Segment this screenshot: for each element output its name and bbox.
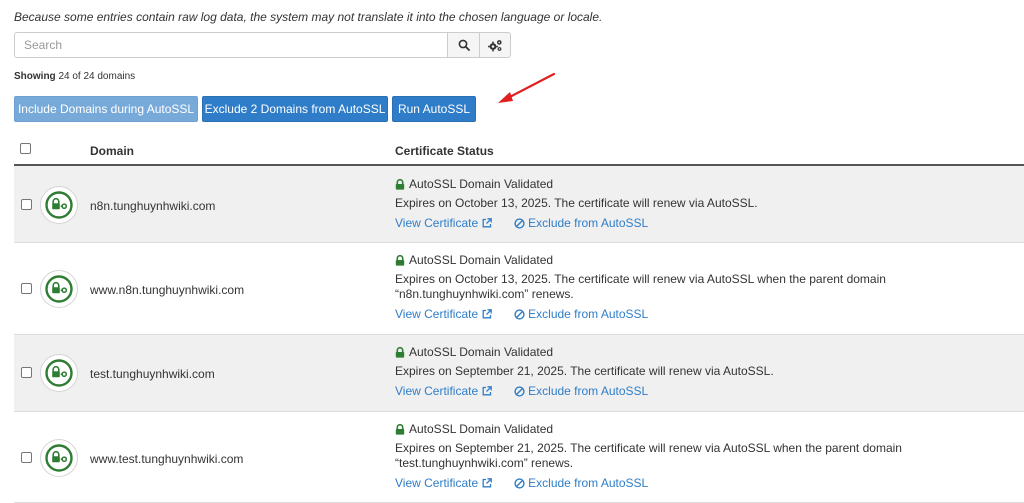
- row-links: View Certificate Exclude from AutoSSL: [395, 306, 1015, 322]
- certificate-status: AutoSSL Domain Validated Expires on Sept…: [395, 421, 1015, 491]
- domain-name: n8n.tunghuynhwiki.com: [90, 199, 216, 213]
- ban-icon: [514, 308, 525, 320]
- view-certificate-label: View Certificate: [395, 307, 479, 321]
- exclude-from-autossl-link[interactable]: Exclude from AutoSSL: [514, 307, 648, 321]
- settings-button[interactable]: [480, 32, 511, 58]
- domain-name: test.tunghuynhwiki.com: [90, 367, 215, 381]
- ban-icon: [514, 477, 525, 489]
- include-domains-button[interactable]: Include Domains during AutoSSL: [14, 96, 198, 122]
- showing-label: Showing: [14, 71, 56, 82]
- expiry-text: Expires on October 13, 2025. The certifi…: [395, 196, 758, 210]
- search-button[interactable]: [448, 32, 480, 58]
- table-row: www.test.tunghuynhwiki.com AutoSSL Domai…: [14, 412, 1024, 503]
- column-header-status: Certificate Status: [395, 144, 494, 158]
- exclude-domains-button[interactable]: Exclude 2 Domains from AutoSSL: [202, 96, 388, 122]
- showing-count: 24 of 24 domains: [58, 71, 136, 82]
- ban-icon: [514, 385, 525, 397]
- table-row: n8n.tunghuynhwiki.com AutoSSL Domain Val…: [14, 166, 1024, 243]
- row-checkbox[interactable]: [21, 283, 32, 294]
- lock-icon: [395, 423, 405, 435]
- lock-key-icon: [45, 275, 73, 303]
- domain-name: www.test.tunghuynhwiki.com: [90, 452, 244, 466]
- select-all-checkbox[interactable]: [20, 143, 31, 154]
- view-certificate-label: View Certificate: [395, 476, 479, 490]
- red-arrow-annotation: [498, 72, 556, 103]
- row-links: View Certificate Exclude from AutoSSL: [395, 475, 1015, 491]
- certificate-status: AutoSSL Domain Validated Expires on Octo…: [395, 252, 1015, 322]
- status-text: AutoSSL Domain Validated: [409, 422, 554, 436]
- ssl-status-badge: [40, 354, 78, 392]
- status-line: AutoSSL Domain Validated: [395, 344, 1015, 360]
- gears-icon: [487, 39, 502, 51]
- view-certificate-link[interactable]: View Certificate: [395, 384, 493, 398]
- run-autossl-button[interactable]: Run AutoSSL: [392, 96, 476, 122]
- row-links: View Certificate Exclude from AutoSSL: [395, 383, 1015, 399]
- search-icon: [458, 39, 470, 51]
- lock-key-icon: [45, 191, 73, 219]
- exclude-link-label: Exclude from AutoSSL: [528, 384, 649, 398]
- expiry-text: Expires on October 13, 2025. The certifi…: [395, 272, 886, 301]
- external-link-icon: [482, 218, 493, 228]
- column-header-domain: Domain: [90, 144, 135, 158]
- table-header: Domain Certificate Status: [14, 138, 1024, 166]
- certificate-status: AutoSSL Domain Validated Expires on Sept…: [395, 344, 1015, 399]
- search-input[interactable]: [14, 32, 448, 58]
- view-certificate-link[interactable]: View Certificate: [395, 476, 493, 490]
- lock-icon: [395, 346, 405, 358]
- row-links: View Certificate Exclude from AutoSSL: [395, 215, 1015, 231]
- exclude-from-autossl-link[interactable]: Exclude from AutoSSL: [514, 384, 648, 398]
- table-row: www.n8n.tunghuynhwiki.com AutoSSL Domain…: [14, 243, 1024, 335]
- lock-icon: [395, 178, 405, 190]
- row-checkbox[interactable]: [21, 199, 32, 210]
- locale-notice: Because some entries contain raw log dat…: [14, 10, 603, 24]
- table-row: test.tunghuynhwiki.com AutoSSL Domain Va…: [14, 335, 1024, 412]
- view-certificate-link[interactable]: View Certificate: [395, 216, 493, 230]
- lock-key-icon: [45, 359, 73, 387]
- external-link-icon: [482, 478, 493, 488]
- ssl-status-badge: [40, 270, 78, 308]
- results-count: Showing 24 of 24 domains: [14, 71, 135, 82]
- status-line: AutoSSL Domain Validated: [395, 252, 1015, 268]
- status-text: AutoSSL Domain Validated: [409, 177, 554, 191]
- exclude-from-autossl-link[interactable]: Exclude from AutoSSL: [514, 216, 648, 230]
- exclude-link-label: Exclude from AutoSSL: [528, 476, 649, 490]
- row-checkbox[interactable]: [21, 367, 32, 378]
- exclude-link-label: Exclude from AutoSSL: [528, 307, 649, 321]
- status-line: AutoSSL Domain Validated: [395, 421, 1015, 437]
- lock-key-icon: [45, 444, 73, 472]
- external-link-icon: [482, 386, 493, 396]
- status-line: AutoSSL Domain Validated: [395, 176, 1015, 192]
- ssl-status-badge: [40, 186, 78, 224]
- ban-icon: [514, 217, 525, 229]
- view-certificate-link[interactable]: View Certificate: [395, 307, 493, 321]
- view-certificate-label: View Certificate: [395, 216, 479, 230]
- view-certificate-label: View Certificate: [395, 384, 479, 398]
- action-toolbar: Include Domains during AutoSSL Exclude 2…: [14, 96, 476, 122]
- domain-name: www.n8n.tunghuynhwiki.com: [90, 283, 245, 297]
- lock-icon: [395, 254, 405, 266]
- status-text: AutoSSL Domain Validated: [409, 253, 554, 267]
- external-link-icon: [482, 309, 493, 319]
- search-bar: [14, 32, 511, 58]
- expiry-text: Expires on September 21, 2025. The certi…: [395, 364, 774, 378]
- row-checkbox[interactable]: [21, 452, 32, 463]
- expiry-text: Expires on September 21, 2025. The certi…: [395, 441, 902, 470]
- certificate-status: AutoSSL Domain Validated Expires on Octo…: [395, 176, 1015, 231]
- exclude-link-label: Exclude from AutoSSL: [528, 216, 649, 230]
- domains-table: Domain Certificate Status n8n.tunghuynhw…: [14, 138, 1024, 503]
- exclude-from-autossl-link[interactable]: Exclude from AutoSSL: [514, 476, 648, 490]
- status-text: AutoSSL Domain Validated: [409, 345, 554, 359]
- ssl-status-badge: [40, 439, 78, 477]
